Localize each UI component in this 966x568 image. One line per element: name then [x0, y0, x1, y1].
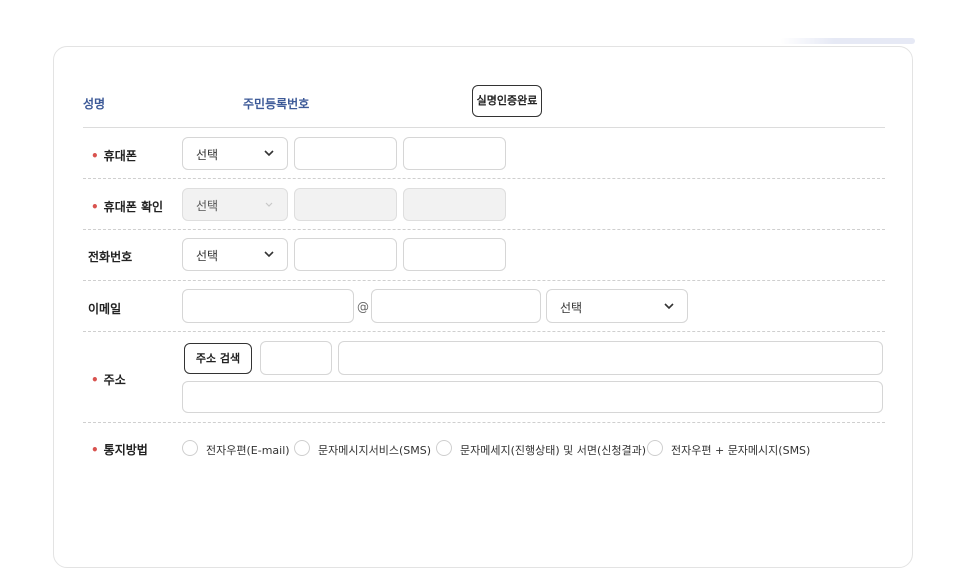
radio-sms-and-mail[interactable] — [436, 440, 452, 456]
radio-email-label: 전자우편(E-mail) — [206, 444, 290, 457]
radio-email[interactable] — [182, 440, 198, 456]
radio-email-plus-sms-label: 전자우편 + 문자메시지(SMS) — [671, 444, 811, 457]
email-domain-select[interactable]: 선택 — [546, 289, 688, 323]
mobile-prefix-value: 선택 — [196, 148, 219, 162]
radio-sms[interactable] — [294, 440, 310, 456]
chevron-down-icon — [664, 303, 674, 310]
phone-last-input[interactable] — [403, 238, 506, 271]
mobile-label: 휴대폰 — [91, 147, 137, 164]
email-local-input[interactable] — [182, 289, 354, 323]
chevron-down-icon — [264, 251, 274, 258]
address-detail-input[interactable] — [182, 381, 883, 413]
email-label: 이메일 — [88, 302, 122, 316]
divider — [83, 127, 885, 128]
divider — [83, 280, 885, 281]
rrn-label: 주민등록번호 — [243, 97, 310, 111]
applicant-info-form: 성명 주민등록번호 실명인증완료 휴대폰 선택 휴대폰 확인 선택 전화번호 선… — [53, 46, 913, 568]
email-domain-input[interactable] — [371, 289, 541, 323]
verify-complete-button[interactable]: 실명인증완료 — [472, 85, 542, 117]
chevron-down-icon — [265, 202, 273, 207]
divider — [83, 178, 885, 179]
name-label: 성명 — [83, 97, 106, 111]
mobile-middle-input[interactable] — [294, 137, 397, 170]
top-shadow-decoration — [780, 38, 915, 44]
mobile-confirm-last-input — [403, 188, 506, 221]
mobile-confirm-prefix-select: 선택 — [182, 188, 288, 221]
email-domain-select-value: 선택 — [560, 301, 583, 315]
address-main-input[interactable] — [338, 341, 883, 375]
chevron-down-icon — [264, 150, 274, 157]
mobile-last-input[interactable] — [403, 137, 506, 170]
mobile-confirm-label: 휴대폰 확인 — [91, 198, 163, 215]
phone-label: 전화번호 — [88, 250, 133, 264]
mobile-prefix-select[interactable]: 선택 — [182, 137, 288, 170]
address-label: 주소 — [91, 371, 126, 388]
notify-method-label: 통지방법 — [91, 441, 148, 458]
zip-code-input[interactable] — [260, 341, 332, 375]
phone-middle-input[interactable] — [294, 238, 397, 271]
phone-prefix-value: 선택 — [196, 249, 219, 263]
divider — [83, 331, 885, 332]
mobile-confirm-middle-input — [294, 188, 397, 221]
address-search-button[interactable]: 주소 검색 — [184, 343, 252, 374]
radio-sms-label: 문자메시지서비스(SMS) — [318, 444, 431, 457]
divider — [83, 229, 885, 230]
divider — [83, 422, 885, 423]
radio-email-plus-sms[interactable] — [647, 440, 663, 456]
mobile-confirm-prefix-value: 선택 — [196, 199, 219, 213]
phone-prefix-select[interactable]: 선택 — [182, 238, 288, 271]
at-sign: @ — [357, 300, 369, 314]
radio-sms-and-mail-label: 문자메세지(진행상태) 및 서면(신청결과) — [460, 444, 647, 457]
